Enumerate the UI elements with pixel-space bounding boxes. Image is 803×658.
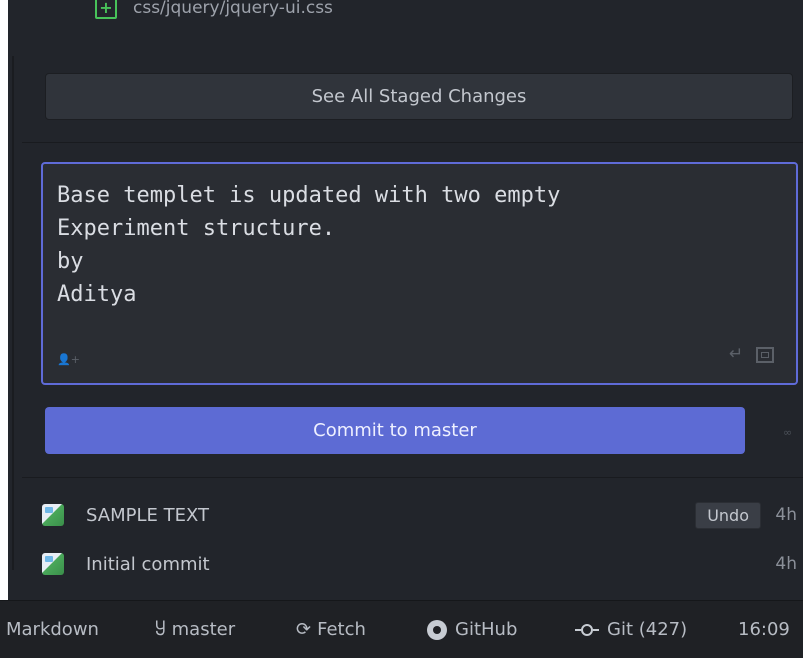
commit-time: 4h [775,505,797,525]
section-divider [22,142,803,143]
editor-edge [0,0,8,600]
avatar [42,504,64,526]
staged-file-item[interactable]: + css/jquery/jquery-ui.css [95,0,333,30]
undo-button[interactable]: Undo [695,501,761,529]
grammar-selector[interactable]: Markdown [6,601,99,658]
commit-button[interactable]: Commit to master [45,407,745,454]
section-divider [22,477,803,478]
window: + css/jquery/jquery-ui.css See All Stage… [0,0,803,658]
recent-commit-item[interactable]: SAMPLE TEXT Undo 4h [42,500,797,530]
fetch-label: Fetch [317,619,366,640]
commit-title: Initial commit [86,553,210,575]
grammar-label: Markdown [6,619,99,640]
commit-title: SAMPLE TEXT [86,504,209,526]
add-coauthor-icon[interactable]: 👤+ [57,353,80,366]
commit-message-text[interactable]: Base templet is updated with two empty E… [57,179,560,311]
hard-wrap-icon[interactable]: ↵ [729,344,743,364]
git-commit-icon [575,623,599,636]
clock-label: 16:09 [738,619,790,640]
character-count-indicator: ∞ [783,426,793,439]
plus-square-icon: + [95,0,117,19]
avatar [42,553,64,575]
expand-editor-icon[interactable] [756,347,774,363]
panel-divider [12,56,14,570]
commit-time: 4h [775,554,797,574]
sync-icon: ⟳ [296,619,312,640]
recent-commit-item[interactable]: Initial commit 4h [42,549,797,579]
fetch-button[interactable]: ⟳ Fetch [296,601,366,658]
git-branch-icon: Ⴘ [155,619,166,640]
status-bar: Markdown Ⴘ master ⟳ Fetch GitHub Git (42… [0,600,803,658]
branch-label: master [171,619,236,640]
git-tab-button[interactable]: Git (427) [575,601,687,658]
branch-selector[interactable]: Ⴘ master [155,601,235,658]
clock: 16:09 [738,601,790,658]
github-icon [427,619,447,640]
git-label: Git (427) [607,619,688,640]
commit-message-editor[interactable]: Base templet is updated with two empty E… [41,162,798,385]
staged-file-name: css/jquery/jquery-ui.css [133,0,333,18]
github-label: GitHub [455,619,518,640]
see-all-staged-changes-button[interactable]: See All Staged Changes [45,73,793,120]
github-tab-button[interactable]: GitHub [427,601,517,658]
